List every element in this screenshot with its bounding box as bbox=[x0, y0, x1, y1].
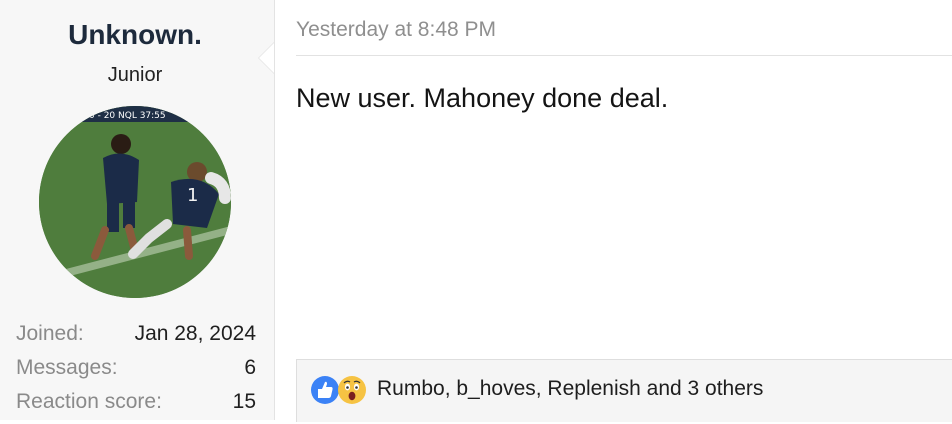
user-title: Junior bbox=[107, 64, 163, 86]
stat-value: 15 bbox=[232, 390, 256, 413]
avatar-scoreboard: 0 - 20 NQL 37:55 bbox=[89, 111, 166, 121]
stat-reaction-score: Reaction score: 15 bbox=[16, 390, 256, 424]
post-body: New user. Mahoney done deal. bbox=[296, 83, 669, 113]
stat-label: Reaction score: bbox=[16, 390, 162, 413]
wow-icon bbox=[338, 376, 366, 404]
reaction-icons bbox=[310, 375, 372, 407]
meta-divider bbox=[296, 55, 952, 56]
stat-label: Joined: bbox=[16, 322, 84, 345]
avatar[interactable]: 0 - 20 NQL 37:55 1 bbox=[39, 106, 231, 298]
reactions-bar[interactable]: Rumbo, b_hoves, Replenish and 3 others bbox=[296, 359, 952, 422]
svg-text:1: 1 bbox=[187, 185, 198, 206]
stat-value[interactable]: 6 bbox=[244, 356, 256, 380]
message-content: Yesterday at 8:48 PM New user. Mahoney d… bbox=[275, 0, 952, 422]
post-timestamp[interactable]: Yesterday at 8:48 PM bbox=[296, 18, 496, 42]
stat-messages: Messages: 6 bbox=[16, 356, 256, 390]
stat-label: Messages: bbox=[16, 356, 118, 379]
username-link[interactable]: Unknown. bbox=[0, 19, 270, 51]
reactions-summary[interactable]: Rumbo, b_hoves, Replenish and 3 others bbox=[377, 377, 763, 401]
stat-value: Jan 28, 2024 bbox=[134, 322, 256, 345]
like-icon bbox=[311, 376, 339, 404]
stat-joined: Joined: Jan 28, 2024 bbox=[16, 322, 256, 356]
user-panel: Unknown. Junior 0 - 20 NQL 37:55 1 Joine… bbox=[0, 0, 275, 420]
avatar-image: 0 - 20 NQL 37:55 1 bbox=[39, 106, 231, 298]
speech-arrow bbox=[258, 42, 274, 74]
user-stats: Joined: Jan 28, 2024 Messages: 6 Reactio… bbox=[16, 322, 256, 424]
